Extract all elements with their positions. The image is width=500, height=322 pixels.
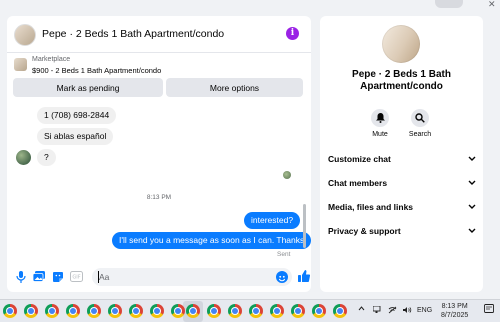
mute-label: Mute <box>372 131 388 138</box>
message-input[interactable]: Aa <box>92 268 292 286</box>
clock-time: 8:13 PM <box>441 303 468 310</box>
wifi-off-icon[interactable] <box>388 306 397 316</box>
search-label: Search <box>408 131 432 138</box>
chevron-down-icon <box>468 156 476 161</box>
gif-icon[interactable]: GIF <box>70 270 83 283</box>
marketplace-listing[interactable]: Marketplace $900 - 2 Beds 1 Bath Apartme… <box>7 53 311 80</box>
chrome-icon[interactable] <box>291 304 305 318</box>
section-media-files-links[interactable]: Media, files and links <box>328 199 476 215</box>
chrome-icon[interactable] <box>45 304 59 318</box>
chrome-icon[interactable] <box>24 304 38 318</box>
chrome-icon[interactable] <box>66 304 80 318</box>
bell-icon <box>371 109 389 127</box>
listing-thumbnail <box>14 58 27 71</box>
outgoing-message: I'll send you a message as soon as I can… <box>112 232 311 249</box>
photo-icon[interactable] <box>32 270 45 283</box>
chevron-up-icon[interactable] <box>358 305 365 313</box>
chrome-icon[interactable] <box>312 304 326 318</box>
listing-price-title: $900 - 2 Beds 1 Bath Apartment/condo <box>32 66 162 75</box>
sender-avatar[interactable] <box>16 150 31 165</box>
emoji-icon[interactable] <box>276 271 288 283</box>
windows-taskbar: ENG 8:13 PM 8/7/2025 <box>0 299 500 322</box>
taskbar-clock[interactable]: 8:13 PM 8/7/2025 <box>441 302 468 320</box>
incoming-message: Si ablas español <box>37 128 114 145</box>
chevron-down-icon <box>468 180 476 185</box>
svg-text:GIF: GIF <box>72 275 80 281</box>
section-label: Customize chat <box>328 154 391 164</box>
section-privacy-support[interactable]: Privacy & support <box>328 223 476 239</box>
section-label: Privacy & support <box>328 226 401 236</box>
chrome-icon[interactable] <box>207 304 221 318</box>
mark-as-pending-button[interactable]: Mark as pending <box>13 78 163 97</box>
chat-header: Pepe · 2 Beds 1 Bath Apartment/condo i <box>7 16 311 53</box>
listing-photo[interactable] <box>382 25 420 63</box>
info-panel-title: Pepe · 2 Beds 1 Bath Apartment/condo <box>352 69 451 92</box>
chrome-icon[interactable] <box>333 304 347 318</box>
read-receipt-avatar <box>283 171 291 179</box>
chrome-icon[interactable] <box>3 304 17 318</box>
message-status: Sent <box>277 251 291 258</box>
section-label: Media, files and links <box>328 202 414 212</box>
network-icon[interactable] <box>372 305 382 316</box>
chevron-down-icon <box>468 204 476 209</box>
sticker-icon[interactable] <box>51 270 64 283</box>
chat-title[interactable]: Pepe · 2 Beds 1 Bath Apartment/condo <box>42 28 224 40</box>
section-customize-chat[interactable]: Customize chat <box>328 151 476 167</box>
search-button[interactable]: Search <box>400 109 440 138</box>
more-options-button[interactable]: More options <box>166 78 303 97</box>
listing-avatar[interactable] <box>14 24 36 46</box>
volume-icon[interactable] <box>403 306 412 316</box>
mute-button[interactable]: Mute <box>360 109 400 138</box>
incoming-message: ? <box>37 149 56 166</box>
marketplace-label: Marketplace <box>32 56 71 63</box>
notification-icon[interactable] <box>484 304 494 316</box>
clock-date: 8/7/2025 <box>441 312 469 319</box>
chat-scrollbar[interactable] <box>303 204 306 248</box>
chrome-icon[interactable] <box>270 304 284 318</box>
top-tab[interactable] <box>435 0 463 8</box>
chrome-icon[interactable] <box>87 304 101 318</box>
section-chat-members[interactable]: Chat members <box>328 175 476 191</box>
chrome-icon[interactable] <box>108 304 122 318</box>
chrome-icon[interactable] <box>249 304 263 318</box>
incoming-message: 1 (708) 698-2844 <box>37 107 117 124</box>
top-strip <box>0 0 500 10</box>
language-indicator[interactable]: ENG <box>417 307 432 314</box>
info-icon[interactable]: i <box>286 27 299 40</box>
window-close-icon[interactable]: ✕ <box>488 0 496 10</box>
section-label: Chat members <box>328 178 388 188</box>
thumbs-up-icon[interactable] <box>297 269 310 282</box>
chrome-icon[interactable] <box>186 304 200 318</box>
chat-panel: Pepe · 2 Beds 1 Bath Apartment/condo i M… <box>7 16 311 292</box>
chevron-down-icon <box>468 228 476 233</box>
message-placeholder: Aa <box>99 272 110 282</box>
chrome-icon[interactable] <box>150 304 164 318</box>
chrome-icon[interactable] <box>228 304 242 318</box>
microphone-icon[interactable] <box>14 270 27 283</box>
message-timestamp: 8:13 PM <box>146 194 172 201</box>
conversation-info-panel: Pepe · 2 Beds 1 Bath Apartment/condo Mut… <box>320 16 483 292</box>
outgoing-message: interested? <box>244 212 301 229</box>
composer: GIF Aa <box>7 265 311 292</box>
chrome-icon[interactable] <box>171 304 185 318</box>
search-icon <box>411 109 429 127</box>
chrome-icon[interactable] <box>129 304 143 318</box>
